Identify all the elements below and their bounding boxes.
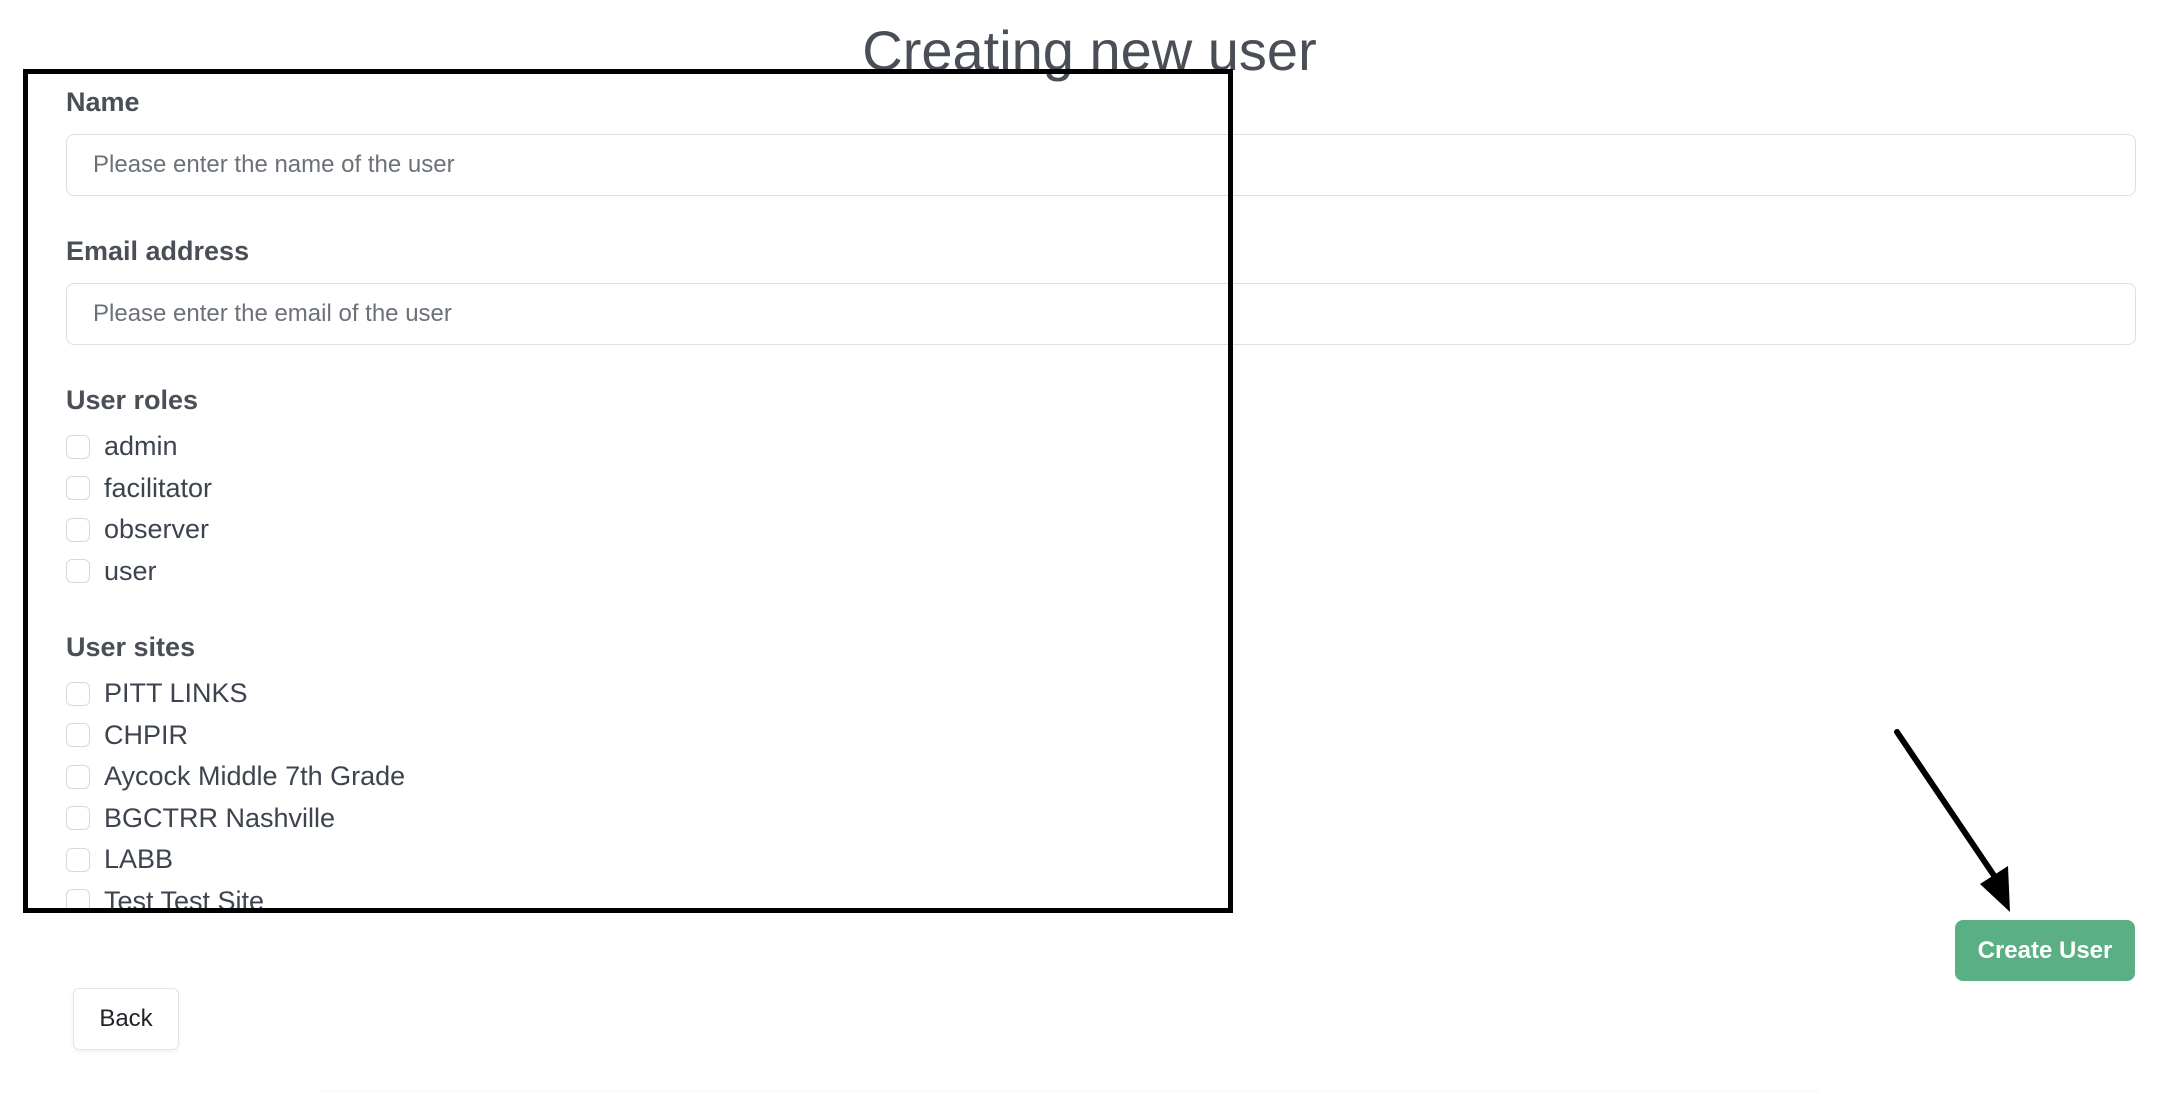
site-label-bgctrr-nashville[interactable]: BGCTRR Nashville bbox=[104, 804, 335, 832]
site-checkbox-aycock-middle[interactable] bbox=[66, 764, 90, 789]
site-option-test-test-site: Test Test Site bbox=[66, 881, 2136, 923]
role-option-user: user bbox=[66, 551, 2136, 593]
site-option-bgctrr-nashville: BGCTRR Nashville bbox=[66, 798, 2136, 840]
user-roles-label: User roles bbox=[66, 385, 199, 415]
role-checkbox-user[interactable] bbox=[66, 559, 90, 584]
role-option-observer: observer bbox=[66, 509, 2136, 551]
role-label-facilitator[interactable]: facilitator bbox=[104, 474, 212, 502]
user-sites-list: PITT LINKS CHPIR Aycock Middle 7th Grade… bbox=[66, 673, 2136, 922]
name-input[interactable] bbox=[66, 134, 2136, 196]
site-label-test-test-site[interactable]: Test Test Site bbox=[104, 887, 264, 915]
site-label-pitt-links[interactable]: PITT LINKS bbox=[104, 680, 248, 707]
user-roles-section: User roles admin facilitator observer us… bbox=[66, 384, 2136, 592]
site-label-aycock-middle[interactable]: Aycock Middle 7th Grade bbox=[104, 763, 405, 790]
email-input[interactable] bbox=[66, 283, 2136, 345]
site-checkbox-bgctrr-nashville[interactable] bbox=[66, 806, 90, 831]
site-option-chpir: CHPIR bbox=[66, 715, 2136, 757]
name-section: Name bbox=[66, 86, 2136, 196]
role-checkbox-observer[interactable] bbox=[66, 517, 90, 542]
create-user-button[interactable]: Create User bbox=[1955, 920, 2135, 981]
user-sites-label: User sites bbox=[66, 632, 196, 662]
role-option-facilitator: facilitator bbox=[66, 468, 2136, 510]
role-checkbox-admin[interactable] bbox=[66, 434, 90, 459]
page-title: Creating new user bbox=[862, 19, 1317, 82]
back-button[interactable]: Back bbox=[73, 988, 179, 1050]
user-sites-section: User sites PITT LINKS CHPIR Aycock Middl… bbox=[66, 631, 2136, 922]
email-section: Email address bbox=[66, 235, 2136, 345]
name-label: Name bbox=[66, 87, 140, 117]
site-checkbox-pitt-links[interactable] bbox=[66, 681, 90, 706]
create-user-form: Name Email address User roles admin faci… bbox=[66, 86, 2136, 961]
site-checkbox-labb[interactable] bbox=[66, 847, 90, 872]
site-checkbox-chpir[interactable] bbox=[66, 723, 90, 748]
site-option-labb: LABB bbox=[66, 839, 2136, 881]
site-label-labb[interactable]: LABB bbox=[104, 846, 173, 873]
role-label-user[interactable]: user bbox=[104, 557, 157, 585]
role-option-admin: admin bbox=[66, 426, 2136, 468]
site-label-chpir[interactable]: CHPIR bbox=[104, 721, 188, 749]
user-roles-list: admin facilitator observer user bbox=[66, 426, 2136, 592]
role-label-admin[interactable]: admin bbox=[104, 433, 178, 460]
bottom-divider bbox=[320, 1090, 1820, 1094]
site-checkbox-test-test-site[interactable] bbox=[66, 889, 90, 914]
site-option-aycock-middle: Aycock Middle 7th Grade bbox=[66, 756, 2136, 798]
role-label-observer[interactable]: observer bbox=[104, 516, 209, 543]
email-label: Email address bbox=[66, 236, 250, 266]
site-option-pitt-links: PITT LINKS bbox=[66, 673, 2136, 715]
role-checkbox-facilitator[interactable] bbox=[66, 476, 90, 501]
